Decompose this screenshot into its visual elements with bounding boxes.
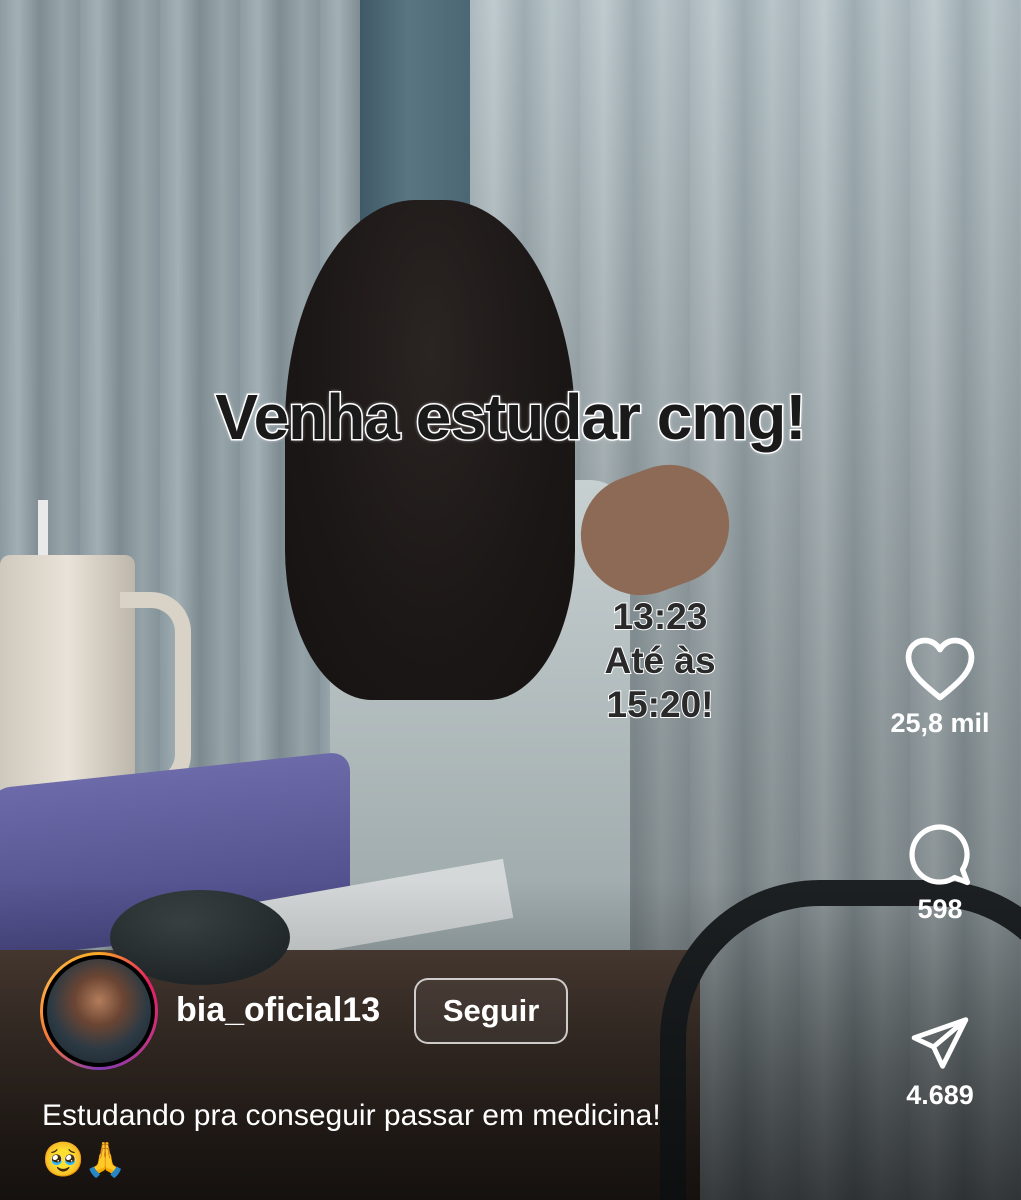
- video-overlay-time: 13:23 Até às 15:20!: [540, 595, 780, 727]
- follow-button[interactable]: Seguir: [414, 977, 569, 1044]
- overlay-time-line: 13:23: [612, 595, 709, 638]
- author-row: bia_oficial13 Seguir: [40, 951, 569, 1070]
- tumbler: [0, 555, 135, 805]
- avatar-image: [43, 954, 155, 1067]
- comment-count: 598: [917, 894, 963, 924]
- author-username[interactable]: bia_oficial13: [176, 991, 380, 1030]
- caption-emojis: 🥹🙏: [42, 1141, 127, 1179]
- share-button[interactable]: 4.689: [870, 1012, 1010, 1111]
- like-count: 25,8 mil: [890, 708, 990, 738]
- video-overlay-title: Venha estudar cmg!: [214, 380, 808, 455]
- share-count: 4.689: [906, 1080, 974, 1110]
- overlay-time-line: Até às: [603, 639, 716, 682]
- heart-icon: [905, 637, 975, 701]
- avatar[interactable]: [40, 951, 158, 1070]
- action-bar: 25,8 mil 598 4.689: [870, 0, 1010, 1200]
- like-button[interactable]: 25,8 mil: [870, 636, 1010, 739]
- tumbler-handle: [120, 592, 191, 794]
- overlay-time-line: 15:20!: [606, 683, 715, 726]
- comment-button[interactable]: 598: [870, 822, 1010, 925]
- comment-icon: [909, 824, 971, 886]
- send-icon: [911, 1017, 969, 1069]
- post-caption[interactable]: Estudando pra conseguir passar em medici…: [42, 1094, 862, 1182]
- caption-text: Estudando pra conseguir passar em medici…: [42, 1099, 661, 1132]
